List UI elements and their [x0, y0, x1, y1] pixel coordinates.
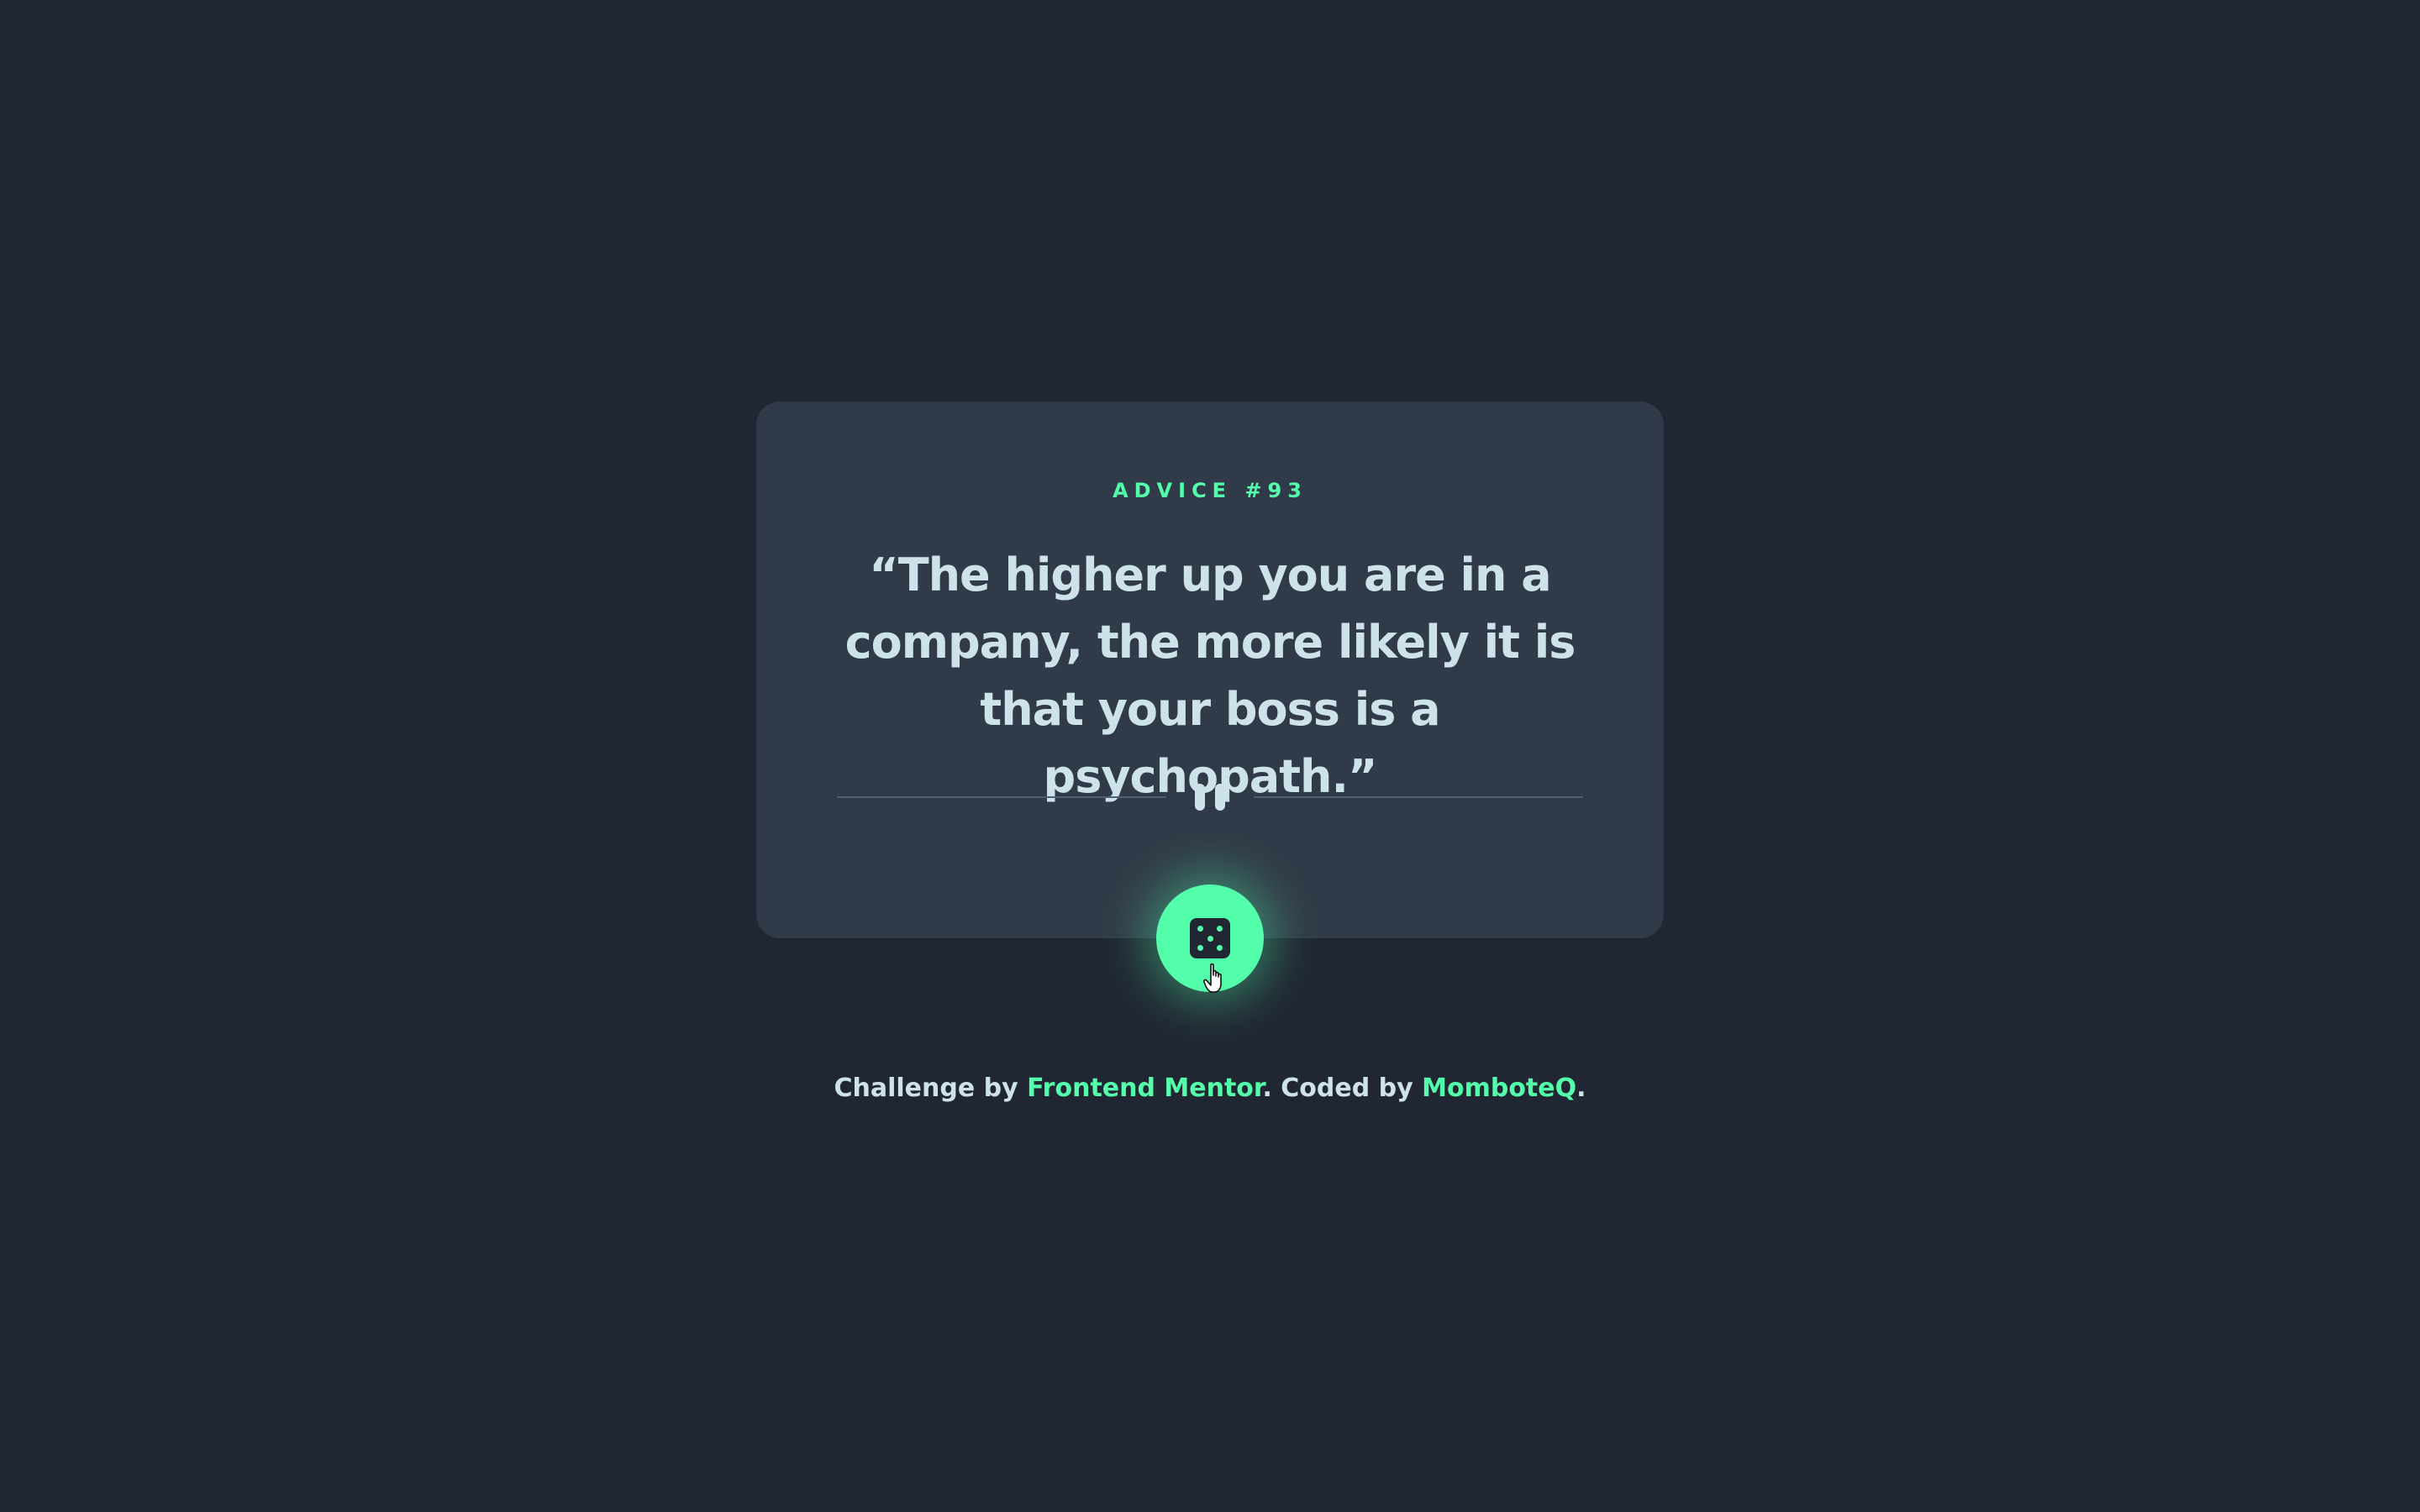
advice-quote: “The higher up you are in a company, the…: [844, 549, 1576, 803]
frontend-mentor-link[interactable]: Frontend Mentor: [1027, 1074, 1262, 1103]
dice-icon: [1190, 918, 1230, 958]
footer-middle: . Coded by: [1262, 1074, 1423, 1103]
advice-number: ADVICE #93: [1113, 479, 1307, 502]
hand-cursor-icon: [1203, 963, 1222, 993]
pattern-divider: [837, 781, 1583, 813]
author-link[interactable]: MomboteQ: [1422, 1074, 1576, 1103]
divider-line-right: [1254, 796, 1583, 798]
pause-icon: [1193, 784, 1227, 811]
footer-suffix: .: [1576, 1074, 1586, 1103]
footer-prefix: Challenge by: [834, 1074, 1028, 1103]
attribution-footer: Challenge by Frontend Mentor. Coded by M…: [0, 1074, 2420, 1103]
divider-line-left: [837, 796, 1166, 798]
